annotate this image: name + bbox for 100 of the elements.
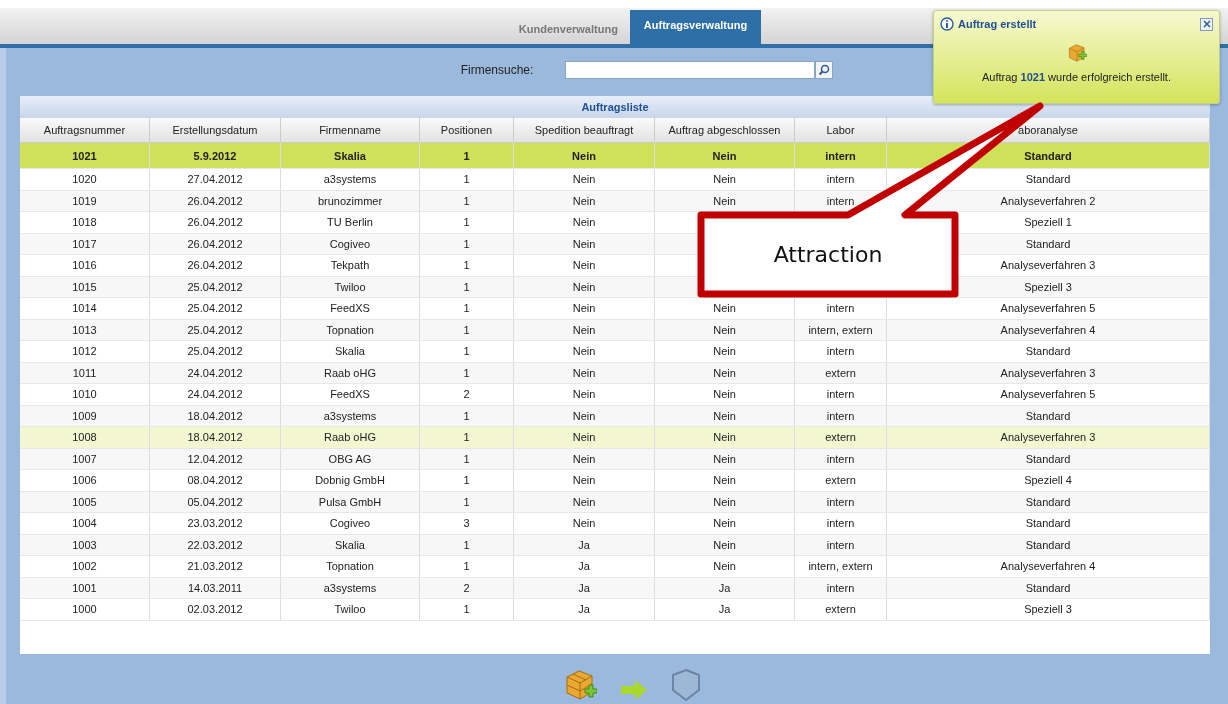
table-cell: Standard — [1025, 581, 1071, 594]
table-cell: Analyseverfahren 3 — [1000, 431, 1096, 444]
column-header[interactable]: Firmenname — [281, 118, 420, 142]
close-icon — [1202, 20, 1211, 28]
add-package-icon[interactable] — [563, 668, 597, 702]
table-cell: 1 — [463, 538, 470, 551]
column-header[interactable]: Positionen — [420, 118, 514, 142]
table-cell: 1 — [463, 560, 470, 573]
table-cell: 1 — [463, 194, 470, 207]
table-cell: 1 — [463, 452, 470, 465]
table-cell: 1002 — [72, 560, 97, 573]
table-cell: Pulsa GmbH — [318, 495, 382, 508]
table-cell: Skalia — [334, 149, 366, 162]
table-cell: Topnation — [326, 560, 374, 573]
table-cell: Nein — [713, 560, 736, 573]
close-button[interactable] — [1200, 17, 1213, 31]
table-cell: intern — [826, 345, 855, 358]
table-cell: 1 — [463, 237, 470, 250]
table-cell: 12.04.2012 — [187, 452, 243, 465]
notification-message: Auftrag 1021 wurde erfolgreich erstellt. — [982, 71, 1171, 83]
table-cell: 18.04.2012 — [187, 409, 243, 422]
table-cell: 1020 — [72, 173, 97, 186]
tab[interactable]: Auftragsverwaltung — [629, 10, 762, 44]
table-cell: 18.04.2012 — [187, 431, 243, 444]
table-cell: 24.04.2012 — [187, 388, 243, 401]
table-cell: 26.04.2012 — [187, 237, 243, 250]
table-cell: Standard — [1025, 237, 1071, 250]
table-cell: Analyseverfahren 5 — [1000, 302, 1096, 315]
table-cell: 25.04.2012 — [187, 345, 243, 358]
table-cell: Twiloo — [334, 603, 366, 616]
callout-label: Attraction — [773, 242, 883, 267]
table-cell: 1011 — [72, 366, 97, 379]
table-cell: Twiloo — [334, 280, 366, 293]
table-cell: Nein — [713, 366, 736, 379]
table-cell: 1018 — [72, 216, 97, 229]
table-cell: 1 — [463, 149, 470, 162]
table-cell: 1 — [463, 259, 470, 272]
table-cell: 5.9.2012 — [193, 149, 237, 162]
table-cell: 05.04.2012 — [187, 495, 243, 508]
table-cell: a3systems — [323, 173, 377, 186]
highlighted-row[interactable]: 1008 18.04.2012 Raab oHG 1 Nein Nein extern Analyseverfahren 3 — [20, 427, 1210, 449]
table-cell: 1 — [463, 474, 470, 487]
info-icon — [940, 17, 954, 31]
column-header[interactable]: Erstellungsdatum — [150, 118, 281, 142]
table-cell: 1 — [463, 302, 470, 315]
table-cell: 1015 — [72, 280, 97, 293]
table-cell: Nein — [572, 452, 596, 465]
table-cell: Nein — [713, 302, 736, 315]
table-cell: 1009 — [72, 409, 97, 422]
table-cell: Analyseverfahren 3 — [1000, 259, 1096, 272]
table-cell: intern — [826, 302, 855, 315]
table-cell: 1003 — [72, 538, 97, 551]
table-cell: 1 — [463, 345, 470, 358]
table-cell: intern — [826, 409, 855, 422]
table-cell: 23.03.2012 — [187, 517, 243, 530]
table-cell: intern — [826, 581, 855, 594]
table-cell: Nein — [713, 538, 736, 551]
table-cell: intern — [825, 149, 856, 162]
column-header[interactable]: Auftragsnummer — [20, 118, 150, 142]
column-header[interactable]: Labor — [795, 118, 887, 142]
table-cell: intern — [826, 538, 855, 551]
search-button[interactable] — [815, 61, 834, 79]
table-cell: 1006 — [72, 474, 97, 487]
table-cell: Raab oHG — [324, 366, 376, 379]
table-cell: 1010 — [72, 388, 97, 401]
search-label: Firmensuche: — [460, 63, 534, 77]
table-cell: Standard — [1025, 345, 1071, 358]
table-cell: 27.04.2012 — [187, 173, 243, 186]
table-cell: 1005 — [72, 495, 97, 508]
column-header[interactable]: Auftrag abgeschlossen — [655, 118, 795, 142]
table-cell: brunozimmer — [317, 194, 383, 207]
column-header[interactable]: Spedition beauftragt — [514, 118, 655, 142]
table-cell: 25.04.2012 — [187, 280, 243, 293]
table-cell: Ja — [578, 581, 590, 594]
table-cell: Cogiveo — [329, 517, 371, 530]
table-cell: a3systems — [323, 409, 377, 422]
table-cell: Skalia — [335, 345, 365, 358]
table-cell: intern — [826, 495, 855, 508]
table-cell: 1021 — [72, 149, 97, 162]
table-cell: Nein — [713, 409, 736, 422]
table-cell: extern — [825, 603, 856, 616]
table-cell: Nein — [572, 517, 596, 530]
table-cell: Standard — [1024, 149, 1072, 162]
highlighted-row[interactable]: 1021 5.9.2012 Skalia 1 Nein Nein intern Standard — [20, 143, 1210, 169]
table-cell: a3systems — [323, 581, 377, 594]
table-cell: intern — [826, 517, 855, 530]
table-cell: 1 — [463, 409, 470, 422]
table-cell: Ja — [578, 560, 590, 573]
table-cell: Nein — [713, 388, 736, 401]
shield-icon[interactable] — [671, 668, 701, 702]
table-cell: Topnation — [326, 323, 374, 336]
table-cell: Standard — [1025, 452, 1071, 465]
table-cell: 1001 — [72, 581, 97, 594]
table-cell: 26.04.2012 — [187, 194, 243, 207]
table-cell: FeedXS — [330, 388, 370, 401]
search-field[interactable] — [565, 61, 816, 79]
table-cell: Speziell 4 — [1024, 474, 1072, 487]
table-cell: 1 — [463, 216, 470, 229]
table-cell: 02.03.2012 — [187, 603, 243, 616]
table-cell: intern — [826, 452, 855, 465]
